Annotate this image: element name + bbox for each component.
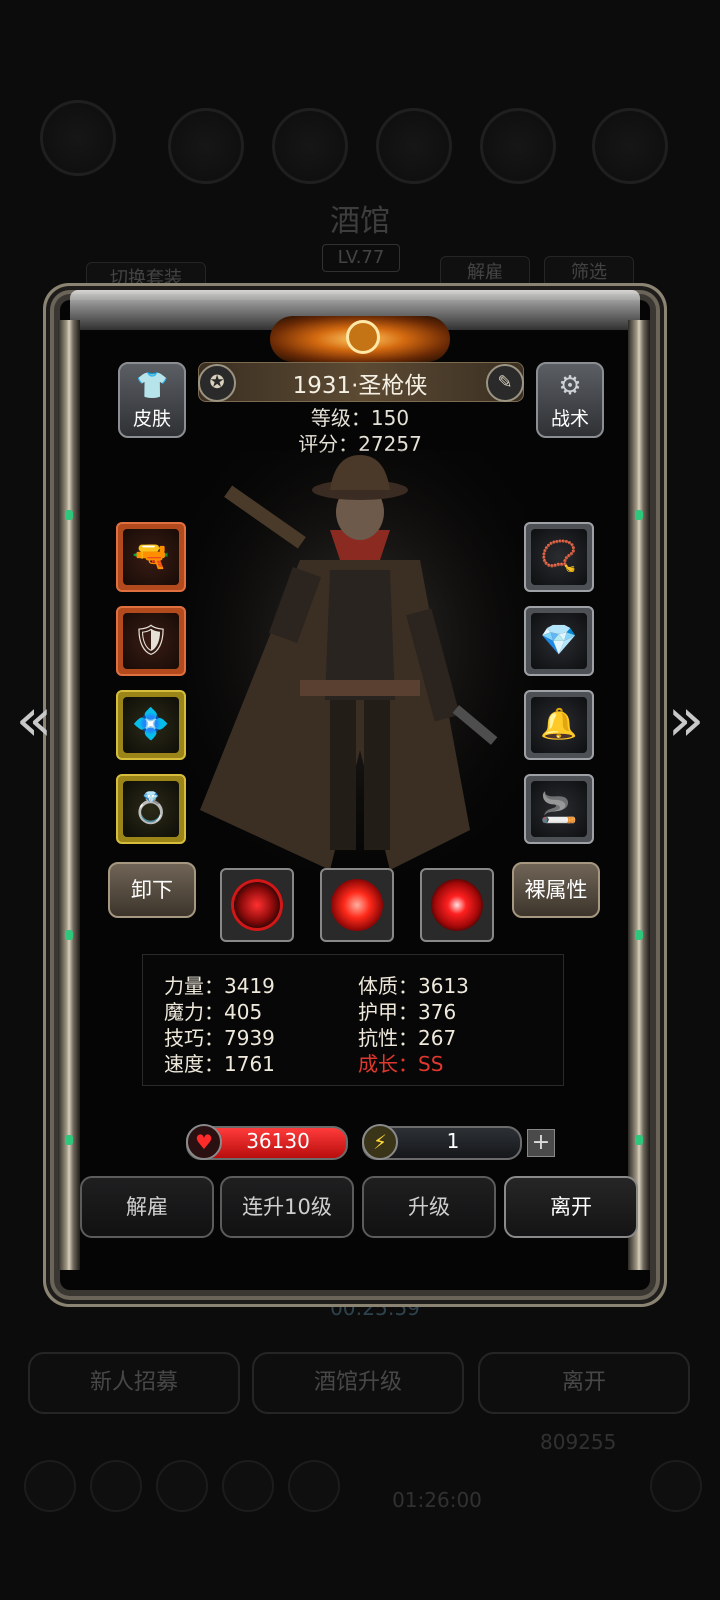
skill-slot-1[interactable] xyxy=(220,868,294,942)
lightning-icon: ⚡ xyxy=(362,1124,398,1160)
hero-badge-icon[interactable]: ✪ xyxy=(198,364,236,402)
bg-timer: 00:25:59 xyxy=(330,1296,420,1320)
stat-armor: 护甲：376 xyxy=(358,1000,457,1024)
tactics-button-label: 战术 xyxy=(550,408,589,430)
stat-strength: 力量：3419 xyxy=(164,974,275,998)
frame-gem xyxy=(65,930,73,940)
skin-button-label: 皮肤 xyxy=(132,408,171,430)
dismiss-button[interactable]: 解雇 xyxy=(80,1176,214,1238)
equip-slot-left-4[interactable]: 💍 xyxy=(116,774,186,844)
base-attributes-button[interactable]: 裸属性 xyxy=(512,862,600,918)
bg-bottom-icon xyxy=(90,1460,142,1512)
bell-icon: 🔔 xyxy=(531,697,587,753)
bg-page-title: 酒馆 xyxy=(330,204,390,239)
level-up-button[interactable]: 升级 xyxy=(362,1176,496,1238)
stat-speed: 速度：1761 xyxy=(164,1052,275,1076)
bg-nav-circle xyxy=(40,100,116,176)
stat-skill: 技巧：7939 xyxy=(164,1026,275,1050)
bracelet-icon: 💠 xyxy=(123,697,179,753)
energy-value: 1 xyxy=(446,1129,460,1153)
bg-bottom-icon xyxy=(288,1460,340,1512)
bg-nav-circle xyxy=(168,108,244,184)
stat-growth: 成长：SS xyxy=(358,1052,444,1076)
hero-name: 1931·圣枪侠 xyxy=(292,373,428,399)
frame-gem xyxy=(65,510,73,520)
bg-nav-circle xyxy=(480,108,556,184)
equip-slot-right-3[interactable]: 🔔 xyxy=(524,690,594,760)
leave-button[interactable]: 离开 xyxy=(504,1176,638,1238)
tactics-button[interactable]: ⚙ 战术 xyxy=(536,362,604,438)
bg-bottom-icon xyxy=(222,1460,274,1512)
necklace-icon: 📿 xyxy=(531,529,587,585)
hero-portrait xyxy=(180,450,540,880)
ring-icon: 💍 xyxy=(123,781,179,837)
previous-hero-arrow-icon[interactable]: « xyxy=(10,690,58,750)
bg-nav-circle xyxy=(376,108,452,184)
level-up-10-button[interactable]: 连升10级 xyxy=(220,1176,354,1238)
frame-right-pillar xyxy=(628,320,650,1270)
bg-upgrade-tavern-button: 酒馆升级 xyxy=(252,1352,464,1414)
frame-left-pillar xyxy=(58,320,80,1270)
unequip-button[interactable]: 卸下 xyxy=(108,862,196,918)
bg-leave-button: 离开 xyxy=(478,1352,690,1414)
stat-resistance: 抗性：267 xyxy=(358,1026,457,1050)
add-energy-button[interactable]: + xyxy=(527,1129,555,1157)
frame-gem xyxy=(635,1135,643,1145)
skill-slot-3[interactable] xyxy=(420,868,494,942)
bg-bottom-icon xyxy=(24,1460,76,1512)
pistol-icon: 🔫 xyxy=(123,529,179,585)
equip-slot-left-1[interactable]: 🔫 xyxy=(116,522,186,592)
bg-filter-tab: 筛选 xyxy=(544,256,634,290)
heart-icon: ♥ xyxy=(186,1124,222,1160)
skin-button[interactable]: 👕 皮肤 xyxy=(118,362,186,438)
skill-slot-2[interactable] xyxy=(320,868,394,942)
bg-level-badge: LV.77 xyxy=(322,244,400,272)
target-skill-icon xyxy=(431,879,483,931)
swirl-skill-icon xyxy=(331,879,383,931)
bg-timer-2: 01:26:00 xyxy=(392,1488,482,1512)
bg-recruit-button: 新人招募 xyxy=(28,1352,240,1414)
bg-nav-circle xyxy=(592,108,668,184)
frame-gem xyxy=(635,930,643,940)
equip-slot-left-3[interactable]: 💠 xyxy=(116,690,186,760)
bg-bottom-icon xyxy=(650,1460,702,1512)
bg-bottom-icon xyxy=(156,1460,208,1512)
equip-slot-right-4[interactable]: 🚬 xyxy=(524,774,594,844)
shirt-icon: 👕 xyxy=(136,371,169,401)
next-hero-arrow-icon[interactable]: » xyxy=(662,690,710,750)
gem-icon: 💎 xyxy=(531,613,587,669)
bg-nav-circle xyxy=(272,108,348,184)
hp-value: 36130 xyxy=(246,1129,310,1153)
bg-gold-amount: 809255 xyxy=(540,1430,617,1454)
bg-dismiss-tab: 解雇 xyxy=(440,256,530,290)
gear-icon: ⚙ xyxy=(558,371,582,401)
stat-magic: 魔力：405 xyxy=(164,1000,263,1024)
frame-gem xyxy=(635,510,643,520)
armor-icon: 🛡 xyxy=(123,613,179,669)
hero-level: 等级：150 xyxy=(310,406,410,430)
stat-constitution: 体质：3613 xyxy=(358,974,469,998)
equip-slot-left-2[interactable]: 🛡 xyxy=(116,606,186,676)
equip-slot-right-2[interactable]: 💎 xyxy=(524,606,594,676)
pipe-icon: 🚬 xyxy=(531,781,587,837)
frame-gem xyxy=(65,1135,73,1145)
sun-emblem-icon xyxy=(346,320,380,354)
crosshair-skill-icon xyxy=(231,879,283,931)
edit-icon[interactable]: ✎ xyxy=(486,364,524,402)
equip-slot-right-1[interactable]: 📿 xyxy=(524,522,594,592)
